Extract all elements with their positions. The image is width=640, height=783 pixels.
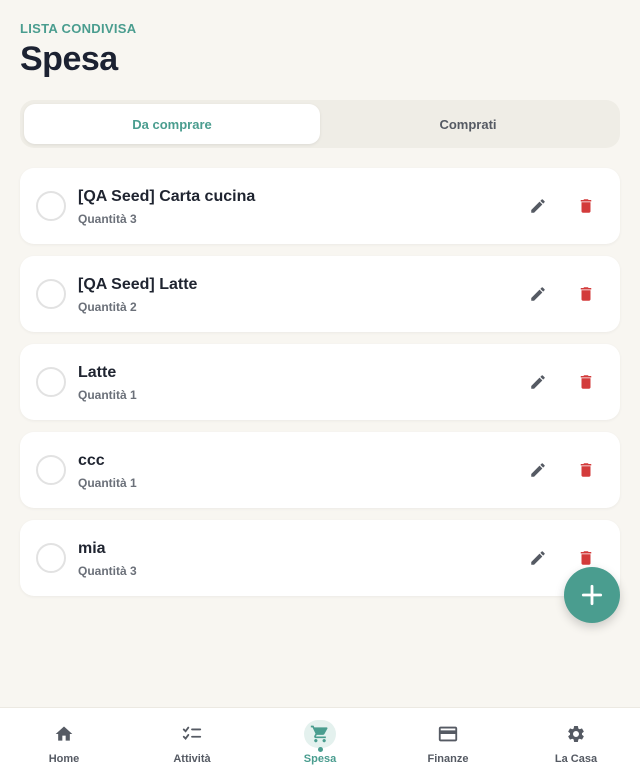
nav-label: Spesa [303,753,337,765]
list-item: Latte Quantità 1 [20,344,620,420]
pencil-icon [531,551,545,565]
item-name: Latte [78,364,117,381]
nav-item-attivita[interactable]: Attività [128,708,256,783]
list-item: ccc Quantità 1 [20,432,620,508]
item-quantity: Quantità 3 [78,212,137,226]
pencil-icon [531,199,545,213]
item-checkbox[interactable] [36,191,66,221]
item-name: [QA Seed] Latte [78,276,198,293]
list-item: [QA Seed] Carta cucina Quantità 3 [20,168,620,244]
nav-item-home[interactable]: Home [0,708,128,783]
item-checkbox[interactable] [36,279,66,309]
item-quantity: Quantità 1 [78,388,137,402]
edit-button[interactable] [526,370,550,394]
pencil-icon [531,463,545,477]
item-checkbox[interactable] [36,543,66,573]
item-name: ccc [78,452,105,469]
list-item: mia Quantità 3 [20,520,620,596]
checklist-icon [176,720,208,748]
delete-button[interactable] [574,370,598,394]
shopping-list: [QA Seed] Carta cucina Quantità 3 [QA Se… [20,168,620,608]
nav-item-la-casa[interactable]: La Casa [512,708,640,783]
header: LISTA CONDIVISA Spesa [20,21,136,79]
nav-label: Home [48,753,80,765]
edit-button[interactable] [526,458,550,482]
page-title: Spesa [20,40,118,78]
list-item: [QA Seed] Latte Quantità 2 [20,256,620,332]
plus-icon [581,584,603,606]
item-name: [QA Seed] Carta cucina [78,188,256,205]
nav-label: Attività [173,753,211,765]
item-quantity: Quantità 1 [78,476,137,490]
delete-button[interactable] [574,194,598,218]
item-name: mia [78,540,106,557]
delete-button[interactable] [574,282,598,306]
trash-icon [580,463,592,477]
edit-button[interactable] [526,546,550,570]
nav-label: Finanze [427,753,469,765]
home-icon [48,720,80,748]
edit-button[interactable] [526,194,550,218]
trash-icon [580,375,592,389]
tab-da-comprare[interactable]: Da comprare [24,104,320,144]
shopping-list-screen: LISTA CONDIVISA Spesa Da comprare Compra… [0,0,640,783]
item-checkbox[interactable] [36,367,66,397]
page-overline: LISTA CONDIVISA [20,21,137,36]
bottom-navigation: Home Attività Spesa Finanze La Casa [0,707,640,783]
add-item-button[interactable] [564,567,620,623]
edit-button[interactable] [526,282,550,306]
credit-card-icon [432,720,464,748]
trash-icon [580,287,592,301]
nav-label: La Casa [554,753,598,765]
delete-button[interactable] [574,458,598,482]
item-quantity: Quantità 2 [78,300,137,314]
tab-bar: Da comprare Comprati [20,100,620,148]
cart-icon [304,720,336,748]
active-indicator-dot [317,747,323,752]
trash-icon [580,551,592,565]
trash-icon [580,199,592,213]
nav-item-spesa[interactable]: Spesa [256,708,384,783]
nav-item-finanze[interactable]: Finanze [384,708,512,783]
pencil-icon [531,287,545,301]
item-quantity: Quantità 3 [78,564,137,578]
gear-icon [560,720,592,748]
tab-comprati[interactable]: Comprati [320,104,616,144]
pencil-icon [531,375,545,389]
item-checkbox[interactable] [36,455,66,485]
